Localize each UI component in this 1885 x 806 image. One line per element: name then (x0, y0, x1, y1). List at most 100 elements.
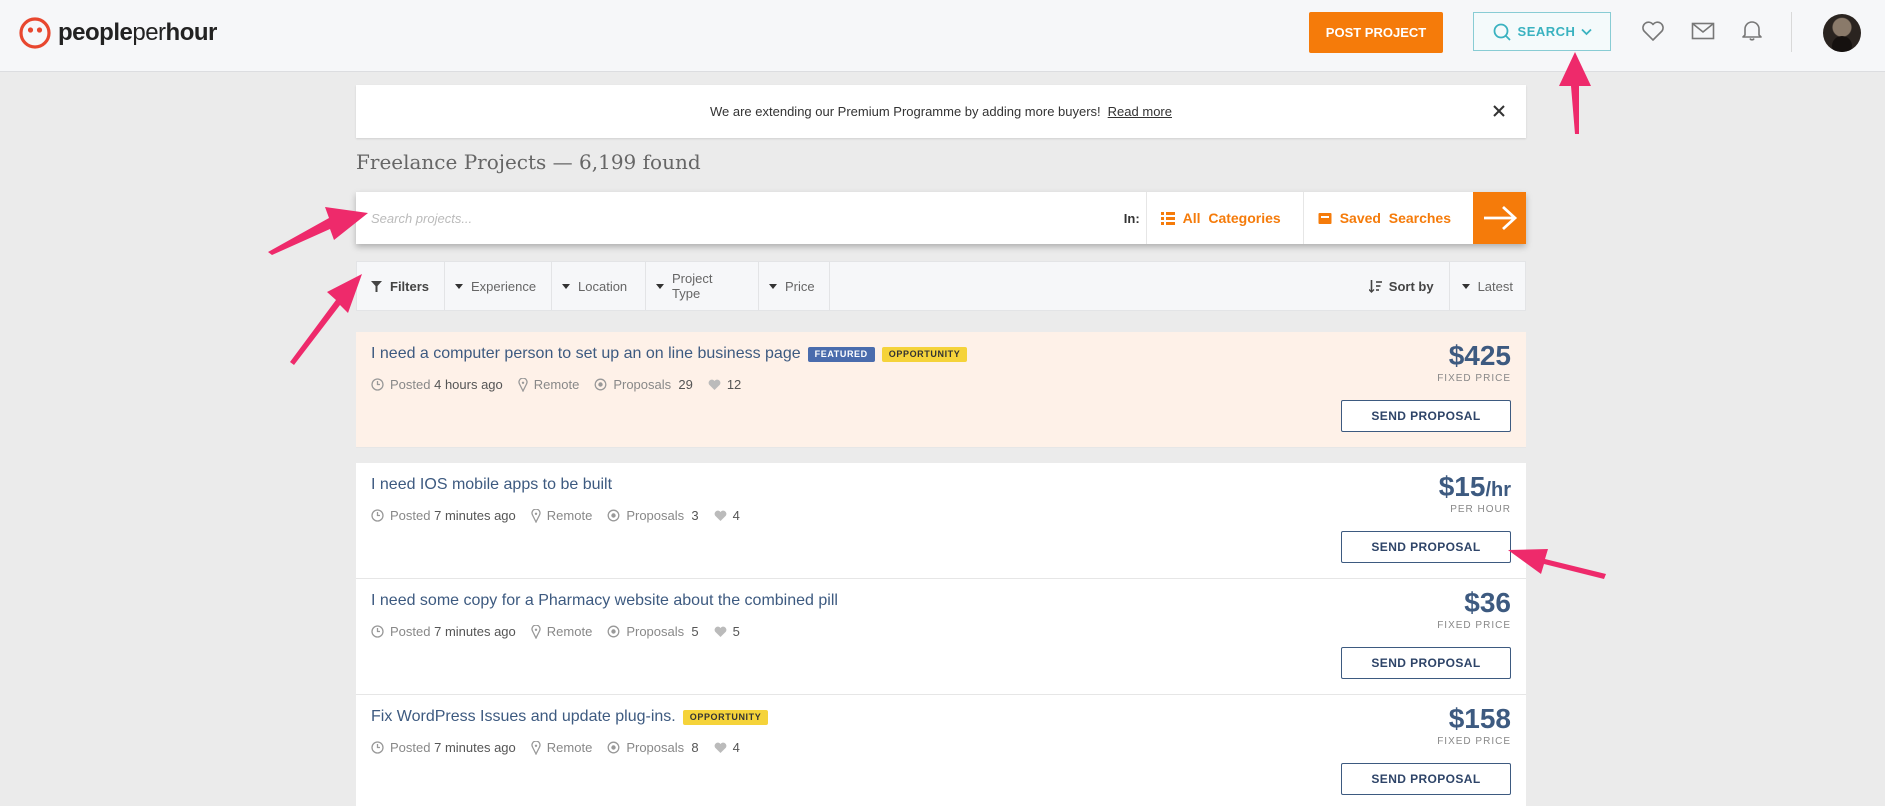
caret-down-icon (455, 283, 464, 289)
posted-label: Posted (390, 624, 431, 639)
clock-icon (371, 741, 384, 754)
location-meta: Remote (531, 740, 593, 755)
project-title-link[interactable]: I need IOS mobile apps to be built (371, 476, 612, 494)
price-label: Price (785, 278, 815, 294)
logo-icon (19, 17, 51, 49)
location-pin-icon (531, 740, 541, 755)
price-amount: $425 (1448, 340, 1511, 371)
likes-meta: 4 (714, 740, 740, 755)
proposals-meta: Proposals 5 (607, 624, 699, 639)
location-text: Remote (546, 624, 593, 639)
heart-icon (708, 379, 721, 390)
list-icon (1160, 211, 1175, 225)
likes-meta: 4 (714, 508, 740, 523)
posted-label: Posted (390, 377, 431, 392)
sort-by-label-group: Sort by (1354, 262, 1449, 310)
project-meta: Posted 7 minutes ago Remote Proposals 5 … (371, 624, 755, 639)
caret-down-icon (769, 283, 778, 289)
price-type: FIXED PRICE (1437, 373, 1511, 384)
location-text: Remote (546, 740, 593, 755)
location-pin-icon (518, 377, 528, 392)
project-type-dropdown[interactable]: Project Type (646, 262, 760, 310)
price-type: FIXED PRICE (1437, 620, 1511, 631)
opportunity-badge: OPPORTUNITY (682, 709, 769, 725)
heart-icon (714, 742, 726, 753)
send-proposal-button[interactable]: SEND PROPOSAL (1341, 531, 1511, 563)
saved-searches-button[interactable]: Saved Searches (1302, 192, 1473, 244)
likes-meta: 5 (714, 624, 740, 639)
search-input[interactable] (356, 192, 1124, 244)
project-title-row: I need IOS mobile apps to be built (371, 476, 612, 494)
caret-down-icon (1461, 283, 1470, 289)
post-project-button[interactable]: POST PROJECT (1309, 12, 1443, 53)
posted-time: 4 hours ago (434, 377, 503, 392)
project-title-link[interactable]: I need a computer person to set up an on… (371, 345, 801, 363)
search-dropdown-button[interactable]: SEARCH (1473, 12, 1611, 51)
heart-icon[interactable] (1641, 20, 1665, 42)
location-pin-icon (531, 508, 541, 523)
logo-text: peopleperhour (58, 19, 217, 46)
project-type-label: Project Type (672, 271, 713, 301)
posted-meta: Posted 7 minutes ago (371, 624, 516, 639)
filter-icon (371, 280, 382, 292)
send-proposal-button[interactable]: SEND PROPOSAL (1341, 400, 1511, 432)
project-title-link[interactable]: I need some copy for a Pharmacy website … (371, 592, 838, 610)
clock-icon (371, 509, 384, 522)
target-icon (594, 378, 607, 391)
send-proposal-button[interactable]: SEND PROPOSAL (1341, 763, 1511, 795)
heart-icon (714, 510, 726, 521)
location-text: Remote (546, 508, 593, 523)
search-submit-button[interactable] (1473, 192, 1526, 244)
target-icon (607, 509, 620, 522)
project-meta: Posted 7 minutes ago Remote Proposals 3 … (371, 508, 755, 523)
project-search-bar: In: All Categories Saved Searches (356, 192, 1526, 244)
proposals-meta: Proposals 3 (607, 508, 699, 523)
filter-bar: Filters Experience Location Project Type… (356, 261, 1526, 311)
proposals-meta: Proposals 29 (594, 377, 693, 392)
all-categories-button[interactable]: All Categories (1145, 192, 1303, 244)
filters-label: Filters (390, 278, 430, 294)
all-categories-label: All Categories (1182, 210, 1281, 226)
experience-dropdown[interactable]: Experience (445, 262, 553, 310)
location-dropdown[interactable]: Location (552, 262, 647, 310)
avatar[interactable] (1823, 14, 1861, 52)
project-title-link[interactable]: Fix WordPress Issues and update plug-ins… (371, 708, 676, 726)
close-icon[interactable] (1490, 102, 1508, 120)
likes-count: 4 (732, 508, 740, 523)
project-title-row: I need a computer person to set up an on… (371, 345, 968, 363)
project-price: $425 FIXED PRICE (1437, 340, 1511, 385)
send-proposal-button[interactable]: SEND PROPOSAL (1341, 647, 1511, 679)
proposals-label: Proposals (626, 740, 685, 755)
project-title-row: Fix WordPress Issues and update plug-ins… (371, 708, 769, 726)
sort-dropdown[interactable]: Latest (1448, 262, 1525, 310)
read-more-link[interactable]: Read more (1108, 104, 1172, 119)
opportunity-badge: OPPORTUNITY (881, 346, 968, 362)
annotation-arrow (268, 207, 368, 255)
price-dropdown[interactable]: Price (759, 262, 831, 310)
price-amount: $36 (1464, 587, 1511, 618)
posted-label: Posted (390, 740, 431, 755)
posted-meta: Posted 7 minutes ago (371, 740, 516, 755)
caret-down-icon (562, 283, 571, 289)
sort-icon (1368, 279, 1382, 293)
chevron-down-icon (1581, 28, 1593, 35)
filter-spacer (830, 262, 1354, 310)
location-label: Location (578, 278, 628, 294)
arrow-right-icon (1483, 205, 1517, 231)
price-type: PER HOUR (1450, 504, 1511, 515)
proposals-label: Proposals (626, 508, 685, 523)
saved-searches-label: Saved Searches (1339, 210, 1451, 226)
caret-down-icon (656, 283, 665, 289)
logo[interactable]: peopleperhour (18, 16, 217, 50)
filters-button[interactable]: Filters (357, 262, 446, 310)
posted-time: 7 minutes ago (434, 624, 516, 639)
project-price: $36 FIXED PRICE (1437, 587, 1511, 632)
posted-meta: Posted 7 minutes ago (371, 508, 516, 523)
bell-icon[interactable] (1741, 19, 1763, 41)
experience-label: Experience (471, 278, 537, 294)
search-button-label: SEARCH (1517, 24, 1576, 39)
header-divider (1791, 12, 1792, 52)
mail-icon[interactable] (1691, 22, 1715, 40)
proposals-count: 5 (691, 624, 699, 639)
location-meta: Remote (531, 624, 593, 639)
